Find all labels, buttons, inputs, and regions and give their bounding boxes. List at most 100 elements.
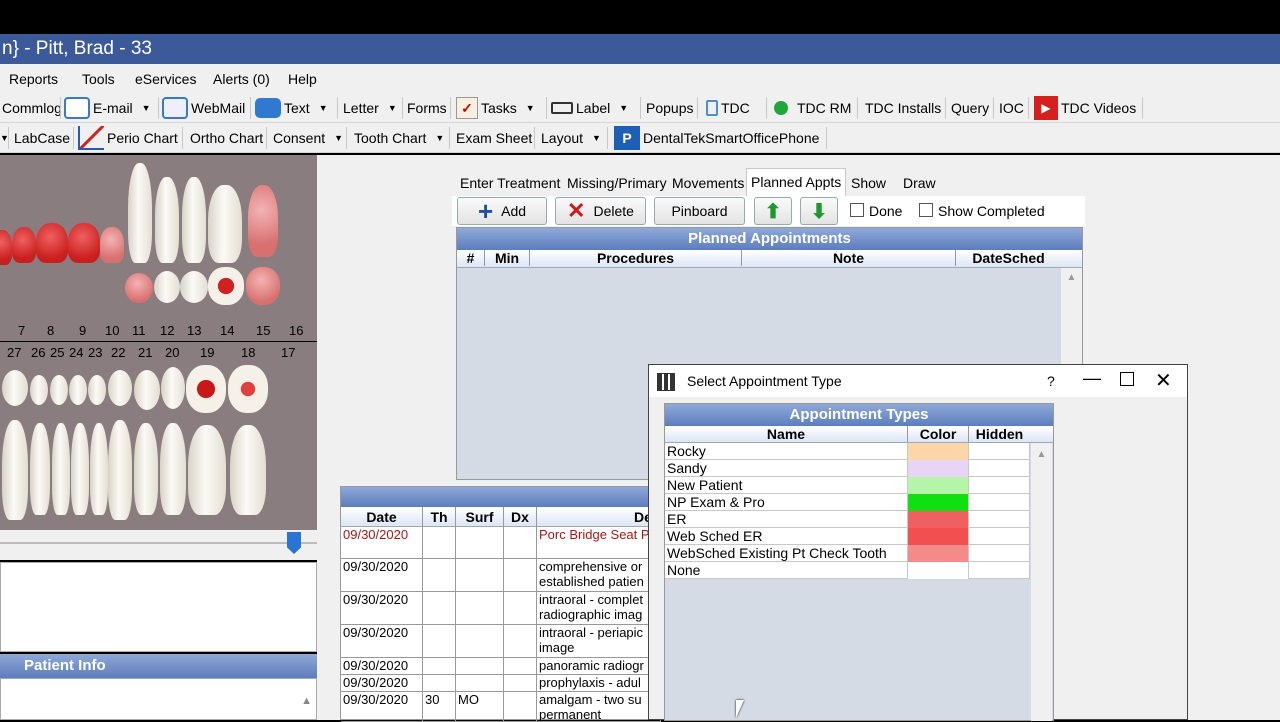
tooth-chart[interactable]: 7 8 9 10 11 12 13 14 15 16 27 26 25 24 2…	[0, 155, 317, 540]
tooth-15-occlusal[interactable]	[246, 267, 280, 305]
chart-notes-box[interactable]	[0, 562, 317, 652]
tdc-rm-button[interactable]: TDC RM	[774, 96, 851, 120]
appointment-type-row[interactable]: Rocky	[665, 443, 1030, 460]
tooth-21[interactable]	[134, 423, 158, 515]
tooth-12-occlusal[interactable]	[154, 271, 180, 303]
pinboard-button[interactable]: Pinboard	[654, 197, 745, 225]
tooth-21-occlusal[interactable]	[134, 370, 160, 410]
dentaltek-phone-button[interactable]: P DentalTekSmartOfficePhone	[614, 126, 819, 150]
tooth-20[interactable]	[160, 423, 186, 515]
tdc-installs-button[interactable]: TDC Installs	[865, 96, 941, 120]
menu-eservices[interactable]: eServices	[135, 71, 196, 87]
tooth-14-occlusal[interactable]	[208, 267, 244, 305]
scroll-up-icon[interactable]: ▲	[1061, 272, 1082, 283]
query-button[interactable]: Query	[951, 96, 989, 120]
tooth-22-occlusal[interactable]	[108, 370, 132, 406]
perio-chart-button[interactable]: Perio Chart	[78, 126, 178, 150]
appointment-type-row[interactable]: ER	[665, 511, 1030, 528]
vertical-scrollbar[interactable]: ▲	[1031, 443, 1052, 721]
text-button[interactable]: Text ▼	[255, 96, 328, 120]
tasks-button[interactable]: ✓ Tasks ▼	[456, 96, 535, 120]
move-up-button[interactable]: ⬆	[754, 197, 792, 225]
tooth-24-occlusal[interactable]	[69, 375, 87, 405]
tooth-19[interactable]	[188, 425, 226, 515]
minimize-button[interactable]: —	[1083, 368, 1101, 389]
tooth-11[interactable]	[128, 163, 152, 263]
tooth-7[interactable]	[12, 227, 36, 263]
table-row[interactable]: 09/30/2020 30 MO amalgam - two su permanent	[341, 692, 661, 722]
tab-draw[interactable]: Draw	[899, 170, 940, 196]
tooth-chart-button[interactable]: Tooth Chart ▼	[354, 126, 444, 150]
appointment-type-row[interactable]: Web Sched ER	[665, 528, 1030, 545]
tooth-27-occlusal[interactable]	[2, 370, 28, 406]
tooth-11-occlusal[interactable]	[125, 273, 153, 303]
tooth-12[interactable]	[155, 177, 179, 263]
tooth-25[interactable]	[52, 423, 70, 515]
commlog-button[interactable]: Commlog	[2, 96, 62, 120]
menu-help[interactable]: Help	[288, 71, 317, 87]
tdc-videos-button[interactable]: ▶ TDC Videos	[1034, 96, 1136, 120]
tooth-19-occlusal[interactable]	[186, 365, 226, 413]
tooth-13[interactable]	[182, 177, 206, 263]
tab-enter-treatment[interactable]: Enter Treatment	[456, 170, 564, 196]
maximize-button[interactable]	[1120, 372, 1134, 386]
tooth-15[interactable]	[248, 185, 278, 257]
label-button[interactable]: Label ▼	[551, 96, 628, 120]
tooth-22[interactable]	[108, 420, 132, 520]
appointment-type-row[interactable]: NP Exam & Pro	[665, 494, 1030, 511]
appointment-type-row[interactable]: None	[665, 562, 1030, 579]
exam-sheet-button[interactable]: Exam Sheet	[456, 126, 532, 150]
tooth-14[interactable]	[208, 185, 242, 263]
tab-planned-appts[interactable]: Planned Appts	[746, 168, 847, 197]
close-button[interactable]: ✕	[1155, 368, 1172, 393]
chevron-down-icon[interactable]: ▼	[319, 96, 328, 120]
tooth-26-occlusal[interactable]	[30, 375, 48, 405]
tooth-23-occlusal[interactable]	[88, 375, 106, 405]
tab-show[interactable]: Show	[847, 170, 890, 196]
forms-button[interactable]: Forms	[407, 96, 447, 120]
tab-missing-primary[interactable]: Missing/Primary	[563, 170, 671, 196]
menu-alerts[interactable]: Alerts (0)	[213, 71, 270, 87]
menu-reports[interactable]: Reports	[9, 71, 58, 87]
tooth-27[interactable]	[2, 420, 28, 520]
tooth-6[interactable]	[0, 230, 12, 265]
tooth-23[interactable]	[90, 423, 108, 515]
chevron-down-icon[interactable]: ▼	[334, 126, 343, 150]
appointment-type-row[interactable]: New Patient	[665, 477, 1030, 494]
tdc-button[interactable]: TDC	[706, 96, 750, 120]
done-checkbox[interactable]	[850, 203, 864, 217]
tooth-18-occlusal[interactable]	[228, 365, 268, 413]
chevron-down-icon[interactable]: ▼	[619, 96, 628, 120]
appointment-type-row[interactable]: Sandy	[665, 460, 1030, 477]
table-row[interactable]: 09/30/2020 intraoral - periapic image	[341, 625, 661, 658]
ortho-chart-button[interactable]: Ortho Chart	[190, 126, 263, 150]
patient-info-grid[interactable]: ▲	[0, 678, 317, 720]
appointment-types-grid[interactable]: Appointment Types Name Color Hidden Rock…	[664, 403, 1054, 721]
popups-button[interactable]: Popups	[646, 96, 693, 120]
chevron-down-icon[interactable]: ▼	[388, 96, 397, 120]
tooth-10[interactable]	[100, 227, 124, 263]
chevron-down-icon[interactable]: ▼	[142, 96, 151, 120]
labcase-button[interactable]: LabCase	[14, 126, 70, 150]
table-row[interactable]: 09/30/2020 Porc Bridge Seat P	[341, 527, 661, 559]
chevron-down-icon[interactable]: ▼	[526, 96, 535, 120]
tooth-20-occlusal[interactable]	[161, 367, 185, 409]
add-button[interactable]: + Add	[457, 197, 547, 225]
scroll-up-icon[interactable]: ▲	[301, 695, 312, 707]
tooth-24[interactable]	[71, 423, 89, 515]
tooth-8[interactable]	[36, 223, 68, 263]
menu-tools[interactable]: Tools	[82, 71, 115, 87]
ioc-button[interactable]: IOC	[999, 96, 1024, 120]
consent-button[interactable]: Consent ▼	[273, 126, 343, 150]
move-down-button[interactable]: ⬇	[800, 197, 838, 225]
appointment-type-row[interactable]: WebSched Existing Pt Check Tooth	[665, 545, 1030, 562]
help-button[interactable]: ?	[1047, 373, 1055, 389]
tooth-9[interactable]	[68, 223, 100, 263]
tooth-18[interactable]	[230, 425, 266, 515]
chevron-down-icon[interactable]: ▼	[592, 126, 601, 150]
table-row[interactable]: 09/30/2020 comprehensive or established p…	[341, 559, 661, 592]
webmail-button[interactable]: WebMail	[162, 96, 245, 120]
table-row[interactable]: 09/30/2020 prophylaxis - adul	[341, 675, 661, 692]
layout-button[interactable]: Layout ▼	[541, 126, 601, 150]
tooth-25-occlusal[interactable]	[50, 375, 68, 405]
